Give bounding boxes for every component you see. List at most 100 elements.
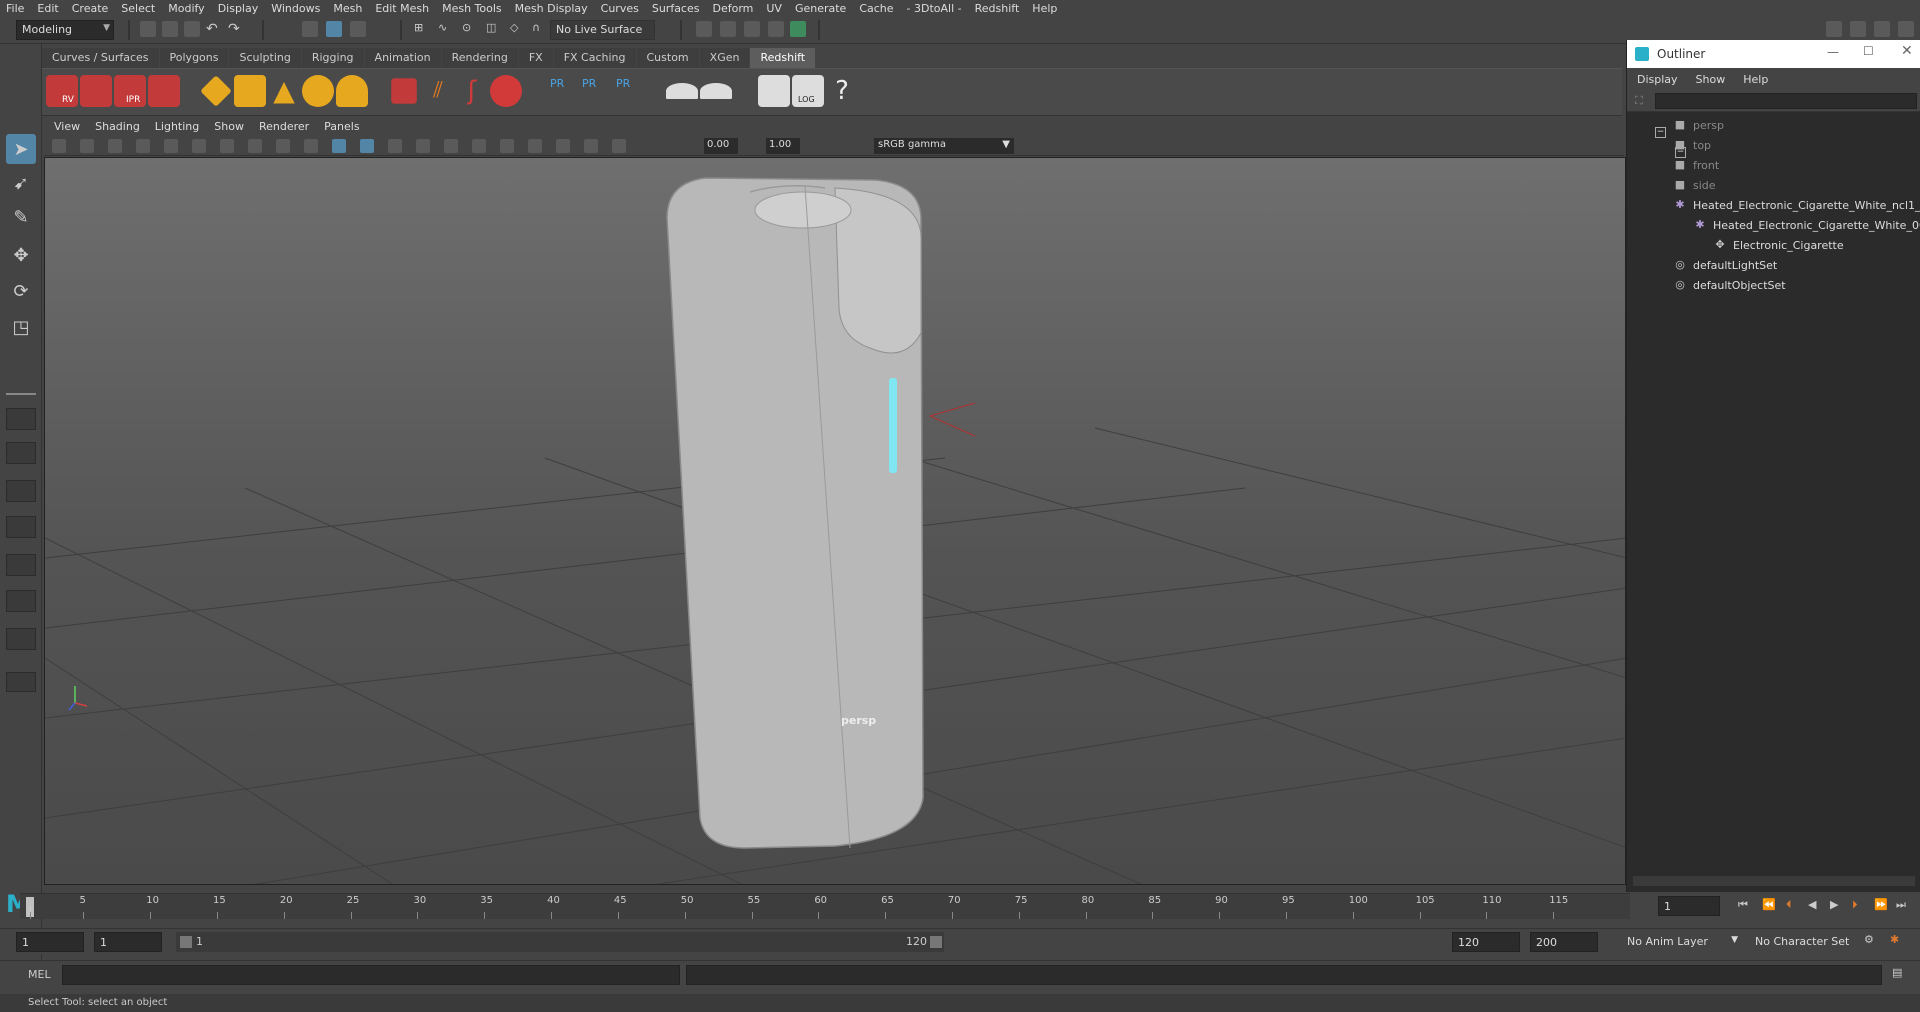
persp-viewport[interactable]: persp [44,157,1626,885]
camera-select-icon[interactable] [52,139,66,153]
redshift-ipr-icon[interactable]: IPR [114,75,146,107]
viewport-menu-shading[interactable]: Shading [95,120,140,133]
workspace-icon[interactable] [1826,21,1842,37]
redshift-bake-icon[interactable] [666,83,698,99]
proxy-import-icon[interactable]: PR [574,75,606,107]
step-back-key-icon[interactable]: ⏴ [1786,898,1792,912]
current-time-field[interactable]: 1 [1658,896,1720,916]
select-component-icon[interactable] [350,21,366,37]
redshift-bake-settings-icon[interactable] [700,83,732,99]
resolution-gate-icon[interactable] [220,139,234,153]
isolate-select-icon[interactable] [528,139,542,153]
render-view-icon[interactable] [790,21,806,37]
lighting-icon[interactable] [388,139,402,153]
redshift-dome-light-icon[interactable] [302,75,334,107]
new-scene-icon[interactable] [140,21,156,37]
menu-edit[interactable]: Edit [37,2,58,15]
redshift-material-icon[interactable] [490,75,522,107]
more-layouts-icon[interactable] [6,672,36,692]
start-time-field[interactable]: 1 [16,932,84,952]
viewport-menu-lighting[interactable]: Lighting [155,120,199,133]
render-frame-icon[interactable] [696,21,712,37]
ipr-render-icon[interactable] [720,21,736,37]
persp-outliner-layout-icon[interactable] [6,554,36,576]
viewport-menu-show[interactable]: Show [214,120,244,133]
key-settings-icon[interactable]: ⚙ [1864,933,1874,946]
select-object-icon[interactable] [326,21,342,37]
range-end-handle[interactable] [930,936,942,948]
stacked-layout-icon[interactable] [6,516,36,538]
motion-blur-icon[interactable] [472,139,486,153]
mode-selector[interactable]: Modeling ▼ [16,20,114,40]
menu-cache[interactable]: Cache [859,2,893,15]
image-plane-icon[interactable] [136,139,150,153]
select-hierarchy-icon[interactable] [302,21,318,37]
redshift-script-icon[interactable] [758,75,790,107]
attribute-editor-icon[interactable] [1898,21,1914,37]
bookmark-icon[interactable] [108,139,122,153]
step-forward-key-icon[interactable]: ⏵ [1852,898,1858,912]
snap-grid-icon[interactable]: ⊞ [414,21,430,37]
redo-icon[interactable]: ↷ [228,21,244,37]
command-input[interactable] [62,965,680,985]
layout-icon[interactable] [1850,21,1866,37]
grid-toggle-icon[interactable] [164,139,178,153]
redshift-render-view-icon[interactable]: RV [46,75,78,107]
single-pane-layout-icon[interactable] [6,408,36,430]
collapse-toggle-icon[interactable]: − [1655,127,1666,138]
redshift-hair-icon[interactable]: ʃ [456,75,488,107]
anti-alias-icon[interactable] [500,139,514,153]
go-to-end-icon[interactable]: ⏭ [1896,898,1906,912]
collapse-toggle-icon[interactable]: − [1675,147,1686,158]
outliner-item-defaultobjectset[interactable]: ◎ defaultObjectSet [1673,276,1785,294]
persp-graph-layout-icon[interactable] [6,590,36,612]
wireframe-icon[interactable] [304,139,318,153]
playback-start-field[interactable]: 1 [94,932,162,952]
shelf-tab-redshift[interactable]: Redshift [750,48,816,68]
redshift-sun-icon[interactable] [336,75,368,107]
scale-tool-icon[interactable]: ◳ [6,312,36,342]
outliner-search-input[interactable] [1655,93,1917,109]
playback-end-field[interactable]: 120 [1452,932,1520,952]
snap-surface-icon[interactable]: ◇ [510,21,526,37]
play-forwards-icon[interactable]: ▶ [1830,898,1838,911]
shelf-tab-rendering[interactable]: Rendering [441,48,518,68]
step-forward-icon[interactable]: ⏩ [1874,898,1888,911]
maximize-icon[interactable]: ☐ [1863,44,1874,58]
menu-deform[interactable]: Deform [712,2,753,15]
lasso-tool-icon[interactable]: ➹ [6,168,36,198]
render-settings-icon[interactable] [744,21,760,37]
menu-modify[interactable]: Modify [168,2,204,15]
select-tool-icon[interactable]: ➤ [6,134,36,164]
menu-display[interactable]: Display [218,2,259,15]
outliner-scrollbar[interactable] [1633,876,1915,886]
xray-joints-icon[interactable] [584,139,598,153]
menu-create[interactable]: Create [72,2,109,15]
help-icon[interactable]: ? [826,75,858,107]
move-tool-icon[interactable]: ✥ [6,240,36,270]
exposure-field[interactable]: 0.00 [704,138,738,154]
outliner-menu-help[interactable]: Help [1743,73,1768,86]
hypershade-layout-icon[interactable] [6,628,36,650]
xray-icon[interactable] [556,139,570,153]
menu-redshift[interactable]: Redshift [975,2,1020,15]
menu-surfaces[interactable]: Surfaces [652,2,700,15]
auto-key-icon[interactable]: ✱ [1890,933,1899,946]
menu-mesh-tools[interactable]: Mesh Tools [442,2,502,15]
outliner-item-front[interactable]: ■ front [1673,156,1719,174]
outliner-item-persp[interactable]: ■ persp [1673,116,1724,134]
proxy-convert-icon[interactable]: PR [608,75,640,107]
color-space-select[interactable]: sRGB gamma ▼ [874,138,1014,154]
anim-layer-select[interactable]: No Anim Layer ▼ [1622,932,1742,952]
command-language-label[interactable]: MEL [28,968,51,981]
redshift-render-icon[interactable] [80,75,112,107]
snap-curve-icon[interactable]: ∿ [438,21,454,37]
step-back-icon[interactable]: ⏪ [1762,898,1776,911]
gamma-field[interactable]: 1.00 [766,138,800,154]
film-gate-icon[interactable] [192,139,206,153]
range-start-handle[interactable] [180,936,192,948]
close-icon[interactable]: ✕ [1901,43,1913,59]
ambient-occlusion-icon[interactable] [444,139,458,153]
redshift-portal-light-icon[interactable] [234,75,266,107]
menu-windows[interactable]: Windows [271,2,320,15]
